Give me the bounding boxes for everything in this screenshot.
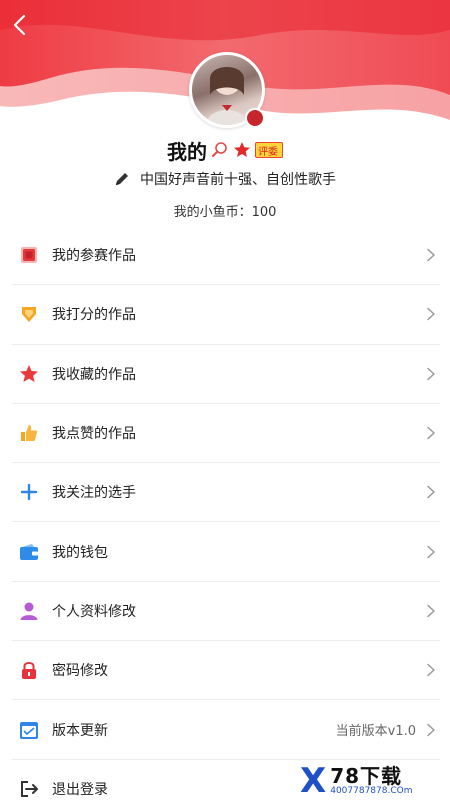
menu-label: 个人资料修改	[52, 603, 136, 620]
profile-name-row: 我的 评委	[0, 136, 450, 164]
person-icon	[14, 596, 44, 626]
entries-icon	[14, 240, 44, 270]
settings-menu: 我的参赛作品 我打分的作品 我收藏的作品 我点赞的作品 我关注的选手 我的钱包	[12, 226, 440, 800]
back-button[interactable]	[12, 14, 44, 46]
menu-item-change-password[interactable]: 密码修改	[12, 641, 440, 701]
update-icon	[14, 715, 44, 745]
chevron-right-icon	[427, 308, 435, 321]
watermark-text: 78下载 4007787878.COm	[330, 766, 412, 797]
watermark-x-logo: X	[300, 761, 327, 800]
watermark-url: 4007787878.COm	[330, 785, 413, 796]
menu-label: 版本更新	[52, 722, 108, 739]
menu-item-version-update[interactable]: 版本更新 当前版本v1.0	[12, 700, 440, 760]
menu-item-edit-profile[interactable]: 个人资料修改	[12, 582, 440, 642]
chevron-right-icon	[427, 426, 435, 440]
chevron-right-icon	[427, 723, 435, 736]
menu-label: 我打分的作品	[52, 307, 136, 324]
menu-item-liked[interactable]: 我点赞的作品	[12, 404, 440, 464]
menu-label: 密码修改	[52, 663, 108, 680]
chevron-right-icon	[427, 367, 435, 380]
chevron-right-icon	[427, 486, 435, 499]
judge-badge: 评委	[255, 142, 283, 158]
red-star-icon	[234, 142, 250, 157]
chevron-right-icon	[427, 248, 435, 262]
plus-icon	[14, 477, 44, 507]
star-icon	[14, 359, 44, 389]
menu-item-scored-works[interactable]: 我打分的作品	[12, 285, 440, 345]
menu-label: 我的参赛作品	[52, 248, 136, 265]
logout-icon	[14, 774, 44, 800]
avatar-container[interactable]	[189, 52, 265, 128]
avatar-badge	[245, 108, 265, 128]
chevron-left-icon	[13, 14, 26, 36]
coin-balance: 我的小鱼币：100	[173, 204, 277, 220]
profile-name: 我的	[167, 139, 207, 164]
menu-item-wallet[interactable]: 我的钱包	[12, 522, 440, 582]
menu-item-favorites[interactable]: 我收藏的作品	[12, 345, 440, 404]
wallet-icon	[14, 537, 44, 567]
score-icon	[14, 299, 44, 329]
chevron-right-icon	[427, 604, 435, 618]
menu-item-following[interactable]: 我关注的选手	[12, 463, 440, 523]
profile-bio: 中国好声音前十强、自创性歌手	[140, 172, 336, 188]
chevron-right-icon	[427, 663, 435, 677]
bio-row[interactable]: 中国好声音前十强、自创性歌手	[0, 167, 450, 191]
menu-label: 我关注的选手	[52, 485, 136, 502]
pencil-icon	[116, 173, 128, 185]
menu-label: 我点赞的作品	[52, 426, 136, 443]
menu-item-my-entries[interactable]: 我的参赛作品	[12, 226, 440, 286]
site-watermark: X 78下载 4007787878.COm	[300, 762, 450, 800]
menu-label: 我的钱包	[52, 544, 108, 561]
current-version-text: 当前版本v1.0	[335, 724, 416, 740]
chevron-right-icon	[427, 545, 435, 558]
magnifier-icon	[212, 142, 227, 157]
thumbs-up-icon	[14, 418, 44, 448]
watermark-title: 78下载	[330, 763, 403, 788]
lock-icon	[14, 655, 44, 685]
menu-label: 我收藏的作品	[52, 366, 136, 383]
